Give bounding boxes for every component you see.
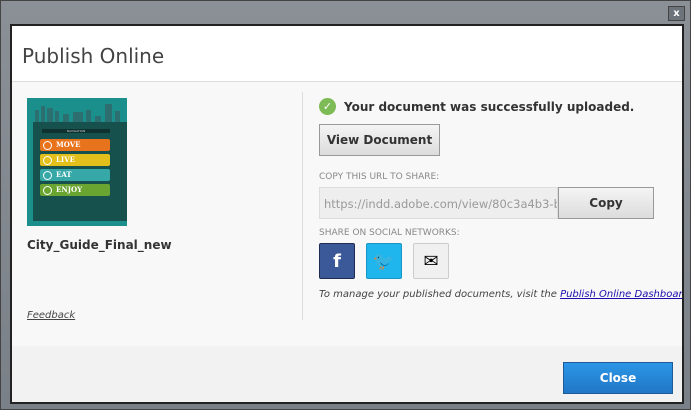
thumbnail-item-eat: EAT [40, 169, 110, 181]
document-thumbnail: NAVIGATION MOVE LIVE EAT ENJOY [27, 98, 127, 226]
thumbnail-item-live: LIVE [40, 154, 110, 166]
close-button[interactable]: Close [563, 362, 673, 394]
manage-text-label: To manage your published documents, visi… [319, 289, 561, 300]
publish-online-dialog: Publish Online NAVIGATION MOVE LIVE EAT … [10, 24, 684, 404]
twitter-share-button[interactable]: 🐦 [366, 243, 402, 279]
thumbnail-item-enjoy: ENJOY [40, 184, 110, 196]
document-name: City_Guide_Final_new [27, 238, 172, 252]
social-label: SHARE ON SOCIAL NETWORKS: [319, 228, 460, 238]
share-panel: ✓ Your document was successfully uploaded… [319, 98, 682, 300]
publish-online-dashboard-link[interactable]: Publish Online Dashboard [560, 289, 682, 300]
upload-status: ✓ Your document was successfully uploaded… [319, 98, 679, 115]
view-document-button[interactable]: View Document [319, 124, 440, 156]
thumbnail-item-move: MOVE [40, 139, 110, 151]
share-url-field[interactable]: https://indd.adobe.com/view/80c3a4b3-b [319, 187, 558, 219]
divider [302, 92, 303, 320]
thumbnail-nav-label: NAVIGATION [42, 129, 110, 133]
skyline-graphic [35, 104, 120, 124]
document-panel: NAVIGATION MOVE LIVE EAT ENJOY City_Guid… [27, 98, 297, 252]
email-share-button[interactable]: ✉ [413, 243, 449, 279]
dialog-title: Publish Online [12, 26, 682, 82]
status-text: Your document was successfully uploaded. [344, 99, 635, 114]
manage-text: To manage your published documents, visi… [319, 289, 682, 300]
check-icon: ✓ [319, 98, 336, 115]
url-label: COPY THIS URL TO SHARE: [319, 172, 440, 182]
twitter-icon: 🐦 [372, 251, 396, 272]
facebook-share-button[interactable]: f [319, 243, 355, 279]
facebook-icon: f [333, 251, 341, 272]
window-close-button[interactable]: x [668, 6, 685, 21]
email-icon: ✉ [423, 251, 439, 272]
feedback-link[interactable]: Feedback [27, 310, 75, 321]
copy-button[interactable]: Copy [558, 187, 654, 219]
